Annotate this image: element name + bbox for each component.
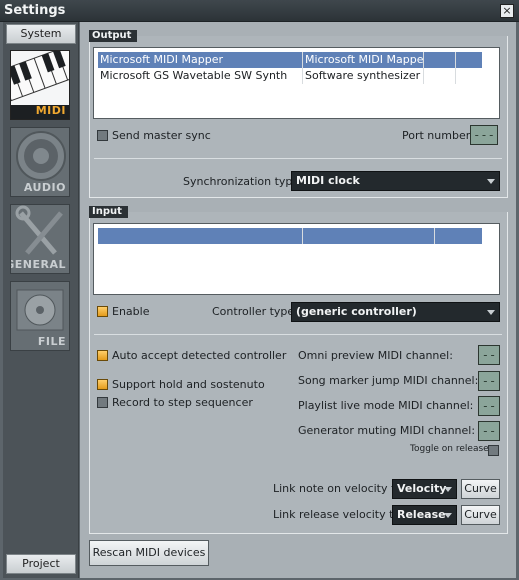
auto-accept-label: Auto accept detected controller xyxy=(112,349,287,362)
input-group-title: Input xyxy=(89,206,128,218)
device-type: Software synthesizer xyxy=(305,69,421,82)
sidebar-item-label: AUDIO xyxy=(23,181,66,194)
support-hold-checkbox[interactable] xyxy=(97,379,108,390)
playlist-live-channel[interactable]: -- xyxy=(478,396,500,416)
support-hold-label: Support hold and sostenuto xyxy=(112,378,265,391)
chevron-down-icon xyxy=(487,310,495,315)
chevron-down-icon xyxy=(444,487,452,492)
tab-system[interactable]: System xyxy=(6,24,76,44)
divider xyxy=(94,158,502,159)
port-number-display[interactable]: --- xyxy=(470,125,498,145)
sidebar-item-label: FILE xyxy=(37,335,66,348)
link-note-value: Velocity xyxy=(397,482,447,495)
record-step-checkbox[interactable] xyxy=(97,397,108,408)
window-title: Settings xyxy=(4,3,66,18)
toggle-on-release-checkbox[interactable] xyxy=(488,445,499,456)
divider xyxy=(94,334,502,335)
list-item[interactable] xyxy=(98,228,482,244)
enable-label: Enable xyxy=(112,305,150,318)
enable-checkbox[interactable] xyxy=(97,306,108,317)
port-number-label: Port number: xyxy=(402,129,474,142)
sync-type-label: Synchronization type: xyxy=(183,175,303,188)
controller-type-value: (generic controller) xyxy=(296,305,417,318)
rescan-midi-devices-button[interactable]: Rescan MIDI devices xyxy=(89,540,209,566)
link-release-value: Release xyxy=(397,508,446,521)
toggle-on-release-label: Toggle on release xyxy=(410,444,489,454)
tab-project[interactable]: Project xyxy=(6,554,76,574)
output-group-title: Output xyxy=(89,30,138,42)
sidebar-item-label: MIDI xyxy=(35,104,66,117)
record-step-label: Record to step sequencer xyxy=(112,396,253,409)
device-type: Microsoft MIDI Mapper xyxy=(305,53,423,66)
device-name: Microsoft GS Wavetable SW Synth xyxy=(100,69,288,82)
sync-type-value: MIDI clock xyxy=(296,174,360,187)
chevron-down-icon xyxy=(444,513,452,518)
list-item[interactable]: Microsoft GS Wavetable SW Synth Software… xyxy=(98,68,482,84)
song-marker-label: Song marker jump MIDI channel: xyxy=(298,374,479,387)
close-button[interactable]: × xyxy=(500,4,514,18)
auto-accept-checkbox[interactable] xyxy=(97,350,108,361)
playlist-live-label: Playlist live mode MIDI channel: xyxy=(298,399,474,412)
list-item[interactable]: Microsoft MIDI Mapper Microsoft MIDI Map… xyxy=(98,52,482,68)
output-device-list[interactable]: Microsoft MIDI Mapper Microsoft MIDI Map… xyxy=(93,47,500,119)
omni-preview-label: Omni preview MIDI channel: xyxy=(298,349,453,362)
generator-muting-channel[interactable]: -- xyxy=(478,421,500,441)
sidebar-item-file[interactable]: FILE xyxy=(10,281,70,351)
device-name: Microsoft MIDI Mapper xyxy=(100,53,223,66)
sync-type-dropdown[interactable]: MIDI clock xyxy=(291,171,500,191)
send-master-sync-label: Send master sync xyxy=(112,129,211,142)
generator-muting-label: Generator muting MIDI channel: xyxy=(298,424,476,437)
chevron-down-icon xyxy=(487,179,495,184)
title-bar xyxy=(0,0,519,22)
link-release-curve-button[interactable]: Curve xyxy=(461,505,500,525)
input-device-list[interactable] xyxy=(93,223,500,295)
omni-preview-channel[interactable]: -- xyxy=(478,345,500,365)
link-note-label: Link note on velocity to: xyxy=(273,482,406,495)
controller-type-label: Controller type: xyxy=(212,305,298,318)
send-master-sync-checkbox[interactable] xyxy=(97,130,108,141)
sidebar-item-audio[interactable]: AUDIO xyxy=(10,127,70,197)
sidebar-item-midi[interactable]: MIDI xyxy=(10,50,70,120)
controller-type-dropdown[interactable]: (generic controller) xyxy=(291,302,500,322)
link-release-label: Link release velocity to: xyxy=(273,508,404,521)
sidebar-item-general[interactable]: GENERAL xyxy=(10,204,70,274)
song-marker-channel[interactable]: -- xyxy=(478,371,500,391)
sidebar-item-label: GENERAL xyxy=(10,258,66,271)
link-note-dropdown[interactable]: Velocity xyxy=(392,479,457,499)
link-note-curve-button[interactable]: Curve xyxy=(461,479,500,499)
link-release-dropdown[interactable]: Release xyxy=(392,505,457,525)
